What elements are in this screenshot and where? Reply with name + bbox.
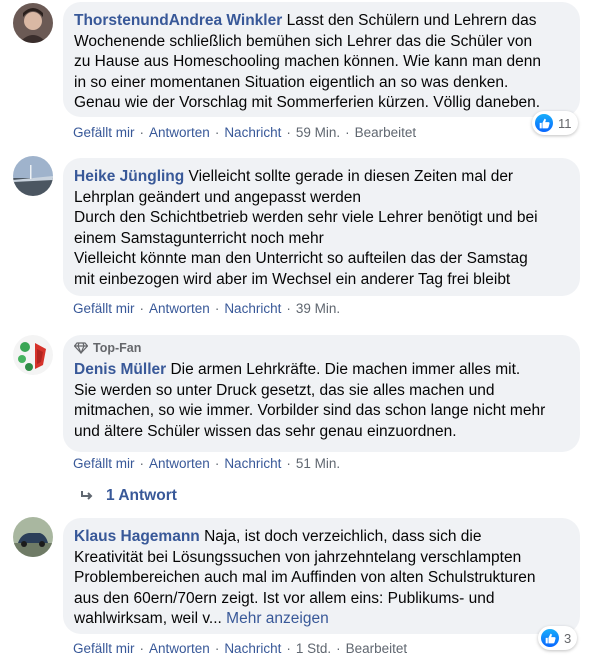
message-link[interactable]: Nachricht	[224, 641, 281, 656]
like-link[interactable]: Gefällt mir	[73, 125, 135, 140]
reply-link[interactable]: Antworten	[149, 301, 210, 316]
like-icon	[535, 114, 553, 132]
timestamp[interactable]: 1 Std.	[296, 641, 331, 656]
comment-actions: Gefällt mir · Antworten · Nachricht · 1 Std…	[73, 641, 408, 656]
comment-author[interactable]: Klaus Hagemann	[74, 528, 200, 545]
diamond-icon	[74, 342, 88, 354]
like-link[interactable]: Gefällt mir	[73, 641, 135, 656]
comment-author[interactable]: Denis Müller	[74, 361, 166, 378]
avatar[interactable]	[13, 335, 53, 375]
comment-text: Denis Müller Die armen Lehrkräfte. Die m…	[74, 361, 546, 440]
message-link[interactable]: Nachricht	[224, 125, 281, 140]
avatar[interactable]	[13, 3, 53, 43]
like-link[interactable]: Gefällt mir	[73, 456, 135, 471]
show-more-link[interactable]: Mehr anzeigen	[222, 610, 329, 627]
edited-label: Bearbeitet	[354, 125, 417, 140]
timestamp[interactable]: 59 Min.	[296, 125, 340, 140]
top-fan-badge: Top-Fan	[74, 339, 568, 357]
edited-label: Bearbeitet	[345, 641, 408, 656]
comment-bubble: Top-Fan Denis Müller Die armen Lehrkräft…	[63, 335, 580, 452]
like-link[interactable]: Gefällt mir	[73, 301, 135, 316]
timestamp[interactable]: 39 Min.	[296, 301, 340, 316]
reaction-count[interactable]: 11	[532, 111, 578, 135]
comment-bubble: Klaus Hagemann Naja, ist doch verzeichli…	[63, 518, 580, 634]
comment-author[interactable]: ThorstenundAndrea Winkler	[74, 12, 282, 29]
like-icon	[541, 629, 559, 647]
view-replies-link[interactable]: 1 Antwort	[80, 487, 177, 505]
comment-bubble: Heike Jüngling Vielleicht sollte gerade …	[63, 158, 580, 296]
avatar[interactable]	[13, 517, 53, 557]
comment-text: Heike Jüngling Vielleicht sollte gerade …	[74, 168, 538, 288]
message-link[interactable]: Nachricht	[224, 456, 281, 471]
reply-link[interactable]: Antworten	[149, 125, 210, 140]
timestamp[interactable]: 51 Min.	[296, 456, 340, 471]
avatar[interactable]	[13, 156, 53, 196]
reply-link[interactable]: Antworten	[149, 641, 210, 656]
comment-bubble: ThorstenundAndrea Winkler Lasst den Schü…	[63, 2, 580, 117]
message-link[interactable]: Nachricht	[224, 301, 281, 316]
comment-actions: Gefällt mir · Antworten · Nachricht · 39 Mi…	[73, 301, 341, 316]
comment-actions: Gefällt mir · Antworten · Nachricht · 51 Mi…	[73, 456, 341, 471]
reply-link[interactable]: Antworten	[149, 456, 210, 471]
reply-arrow-icon	[81, 491, 93, 500]
comment-text: Klaus Hagemann Naja, ist doch verzeichli…	[74, 528, 536, 627]
reaction-count[interactable]: 3	[538, 626, 578, 650]
comment-author[interactable]: Heike Jüngling	[74, 168, 184, 185]
comment-text: ThorstenundAndrea Winkler Lasst den Schü…	[74, 12, 541, 111]
comment-actions: Gefällt mir · Antworten · Nachricht · 59 Mi…	[73, 125, 417, 140]
